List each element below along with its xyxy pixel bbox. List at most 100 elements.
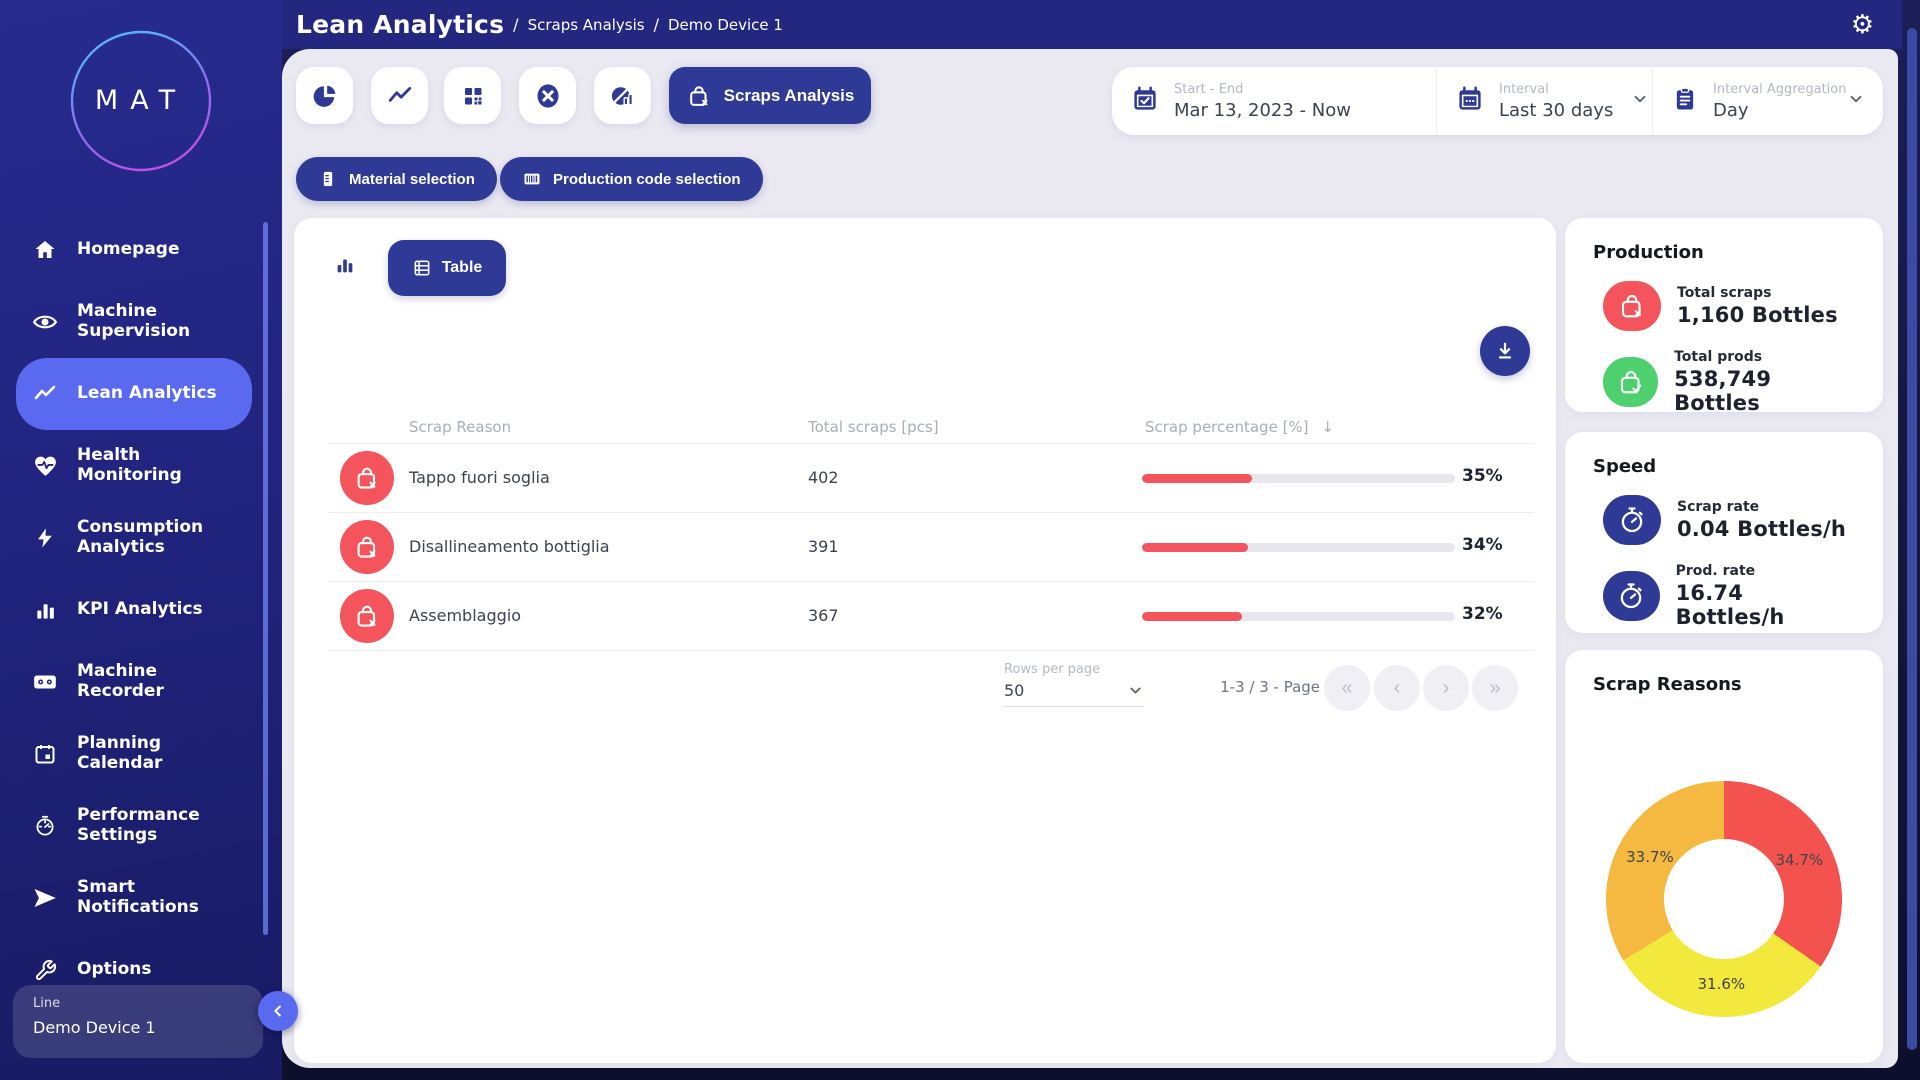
trend-view-button[interactable] (371, 67, 428, 124)
production-code-selection-label: Production code selection (553, 171, 741, 188)
donut-slice-label: 34.7% (1776, 851, 1824, 869)
total-scraps-value: 1,160 Bottles (1677, 303, 1838, 327)
stopwatch-icon (1603, 571, 1660, 621)
speed-card: Speed Scrap rate 0.04 Bottles/h Prod. ra… (1565, 432, 1883, 633)
mat-logo-circle: MAT (68, 28, 214, 174)
scrap-percentage-bar (1142, 543, 1455, 552)
sidebar: MAT Homepage Machine Supervision Lean An… (0, 0, 282, 1080)
table-view-label: Table (442, 259, 483, 277)
x-circle-view-button[interactable] (519, 67, 576, 124)
table-row[interactable]: Assemblaggio 367 32% (294, 582, 1556, 650)
prod-rate-label: Prod. rate (1676, 563, 1855, 579)
chevron-down-icon (1631, 90, 1649, 112)
interval-filter[interactable]: Interval Last 30 days (1436, 67, 1652, 135)
sidebar-item-homepage[interactable]: Homepage (16, 214, 252, 286)
bag-x-icon (686, 83, 712, 109)
material-selection-button[interactable]: Material selection (296, 157, 497, 201)
breadcrumb-separator: / (654, 15, 659, 34)
calendar-check-icon (1130, 84, 1160, 118)
x-circle-icon (534, 82, 562, 110)
production-card: Production Total scraps 1,160 Bottles To… (1565, 218, 1883, 412)
download-button[interactable] (1480, 326, 1530, 376)
page-scrollbar[interactable] (1902, 0, 1920, 1080)
chevron-left-icon (269, 1002, 287, 1020)
sidebar-scrollbar-thumb[interactable] (263, 222, 268, 935)
sidebar-item-performance-settings[interactable]: Performance Settings (16, 790, 252, 862)
sidebar-collapse-button[interactable] (258, 991, 298, 1031)
scrap-percentage-bar (1142, 474, 1455, 483)
breadcrumb-demo-device[interactable]: Demo Device 1 (668, 16, 783, 34)
sidebar-item-health-monitoring[interactable]: Health Monitoring (16, 430, 252, 502)
first-page-button[interactable]: « (1324, 665, 1370, 711)
date-filter-card: Start - End Mar 13, 2023 - Now Interval … (1112, 67, 1883, 135)
sidebar-item-kpi-analytics[interactable]: KPI Analytics (16, 574, 252, 646)
logo: MAT (0, 0, 282, 174)
total-scraps-cell: 402 (808, 468, 839, 487)
sidebar-item-machine-recorder[interactable]: Machine Recorder (16, 646, 252, 718)
sort-descending-icon: ↓ (1321, 418, 1334, 436)
scrap-reasons-donut-chart[interactable]: 34.7% 31.6% 33.7% (1606, 781, 1842, 1017)
column-header-scrap-reason[interactable]: Scrap Reason (409, 418, 511, 436)
material-icon (318, 169, 338, 189)
last-page-button[interactable]: » (1472, 665, 1518, 711)
total-scraps-cell: 367 (808, 606, 839, 625)
interval-aggregation-filter[interactable]: Interval Aggregation Day (1652, 67, 1883, 135)
start-end-filter[interactable]: Start - End Mar 13, 2023 - Now (1112, 67, 1436, 135)
sidebar-item-machine-supervision[interactable]: Machine Supervision (16, 286, 252, 358)
donut-slice-label: 33.7% (1626, 848, 1674, 866)
sidebar-item-lean-analytics[interactable]: Lean Analytics (16, 358, 252, 430)
start-end-label: Start - End (1174, 82, 1351, 97)
line-device-value: Demo Device 1 (33, 1018, 243, 1037)
chart-view-toggle[interactable] (334, 254, 356, 279)
first-page-icon: « (1341, 677, 1352, 700)
scrap-reason-cell: Tappo fuori soglia (409, 468, 550, 487)
rows-per-page-select[interactable]: Rows per page 50 (1004, 658, 1144, 707)
top-bar: Lean Analytics / Scraps Analysis / Demo … (0, 0, 1902, 49)
previous-page-button[interactable]: ‹ (1374, 665, 1420, 711)
column-header-scrap-percentage[interactable]: Scrap percentage [%] ↓ (1145, 418, 1334, 436)
prod-rate-stat: Prod. rate 16.74 Bottles/h (1603, 563, 1855, 629)
gauge-slash-icon (609, 82, 637, 110)
interval-label: Interval (1499, 82, 1613, 97)
line-label: Line (33, 996, 243, 1011)
scrap-reasons-card: Scrap Reasons 34.7% 31.6% 33.7% (1565, 650, 1883, 1063)
sidebar-item-smart-notifications[interactable]: Smart Notifications (16, 862, 252, 934)
scrap-reason-cell: Disallineamento bottiglia (409, 537, 610, 556)
pie-chart-view-button[interactable] (296, 67, 353, 124)
next-page-icon: › (1443, 677, 1450, 700)
content-area: Scraps Analysis Start - End Mar 13, 2023… (282, 49, 1898, 1068)
sidebar-item-consumption-analytics[interactable]: Consumption Analytics (16, 502, 252, 574)
gauge-slash-view-button[interactable] (594, 67, 651, 124)
interval-aggregation-value: Day (1713, 100, 1847, 121)
scrap-percentage-cell: 34% (1462, 535, 1522, 555)
scrap-rate-value: 0.04 Bottles/h (1677, 517, 1846, 541)
column-header-total-scraps[interactable]: Total scraps [pcs] (808, 418, 939, 436)
table-view-toggle[interactable]: Table (388, 240, 506, 296)
settings-gear-icon[interactable]: ⚙ (1851, 12, 1874, 38)
next-page-button[interactable]: › (1423, 665, 1469, 711)
clipboard-icon (1671, 85, 1699, 117)
prod-rate-value: 16.74 Bottles/h (1676, 581, 1855, 629)
calendar-icon (30, 742, 60, 766)
line-device-selector[interactable]: Line Demo Device 1 (13, 985, 263, 1058)
table-list-icon (412, 258, 432, 278)
page-scrollbar-thumb[interactable] (1907, 28, 1917, 1050)
scraps-analysis-tab[interactable]: Scraps Analysis (669, 67, 871, 124)
sidebar-item-planning-calendar[interactable]: Planning Calendar (16, 718, 252, 790)
scrap-rate-label: Scrap rate (1677, 499, 1846, 515)
table-row[interactable]: Tappo fuori soglia 402 35% (294, 444, 1556, 512)
breadcrumb-scraps-analysis[interactable]: Scraps Analysis (528, 16, 645, 34)
bag-x-icon (340, 520, 394, 574)
bar-chart-icon (30, 599, 60, 622)
table-row[interactable]: Disallineamento bottiglia 391 34% (294, 513, 1556, 581)
calendar-dots-icon (1455, 84, 1485, 118)
interval-aggregation-label: Interval Aggregation (1713, 82, 1847, 97)
cassette-icon (30, 669, 60, 695)
production-code-selection-button[interactable]: Production code selection (500, 157, 763, 201)
scrap-reasons-title: Scrap Reasons (1593, 674, 1855, 695)
qr-grid-view-button[interactable] (444, 67, 501, 124)
trend-line-icon (387, 83, 413, 109)
bag-x-icon (1603, 281, 1661, 331)
total-scraps-label: Total scraps (1677, 285, 1838, 301)
last-page-icon: » (1489, 677, 1500, 700)
